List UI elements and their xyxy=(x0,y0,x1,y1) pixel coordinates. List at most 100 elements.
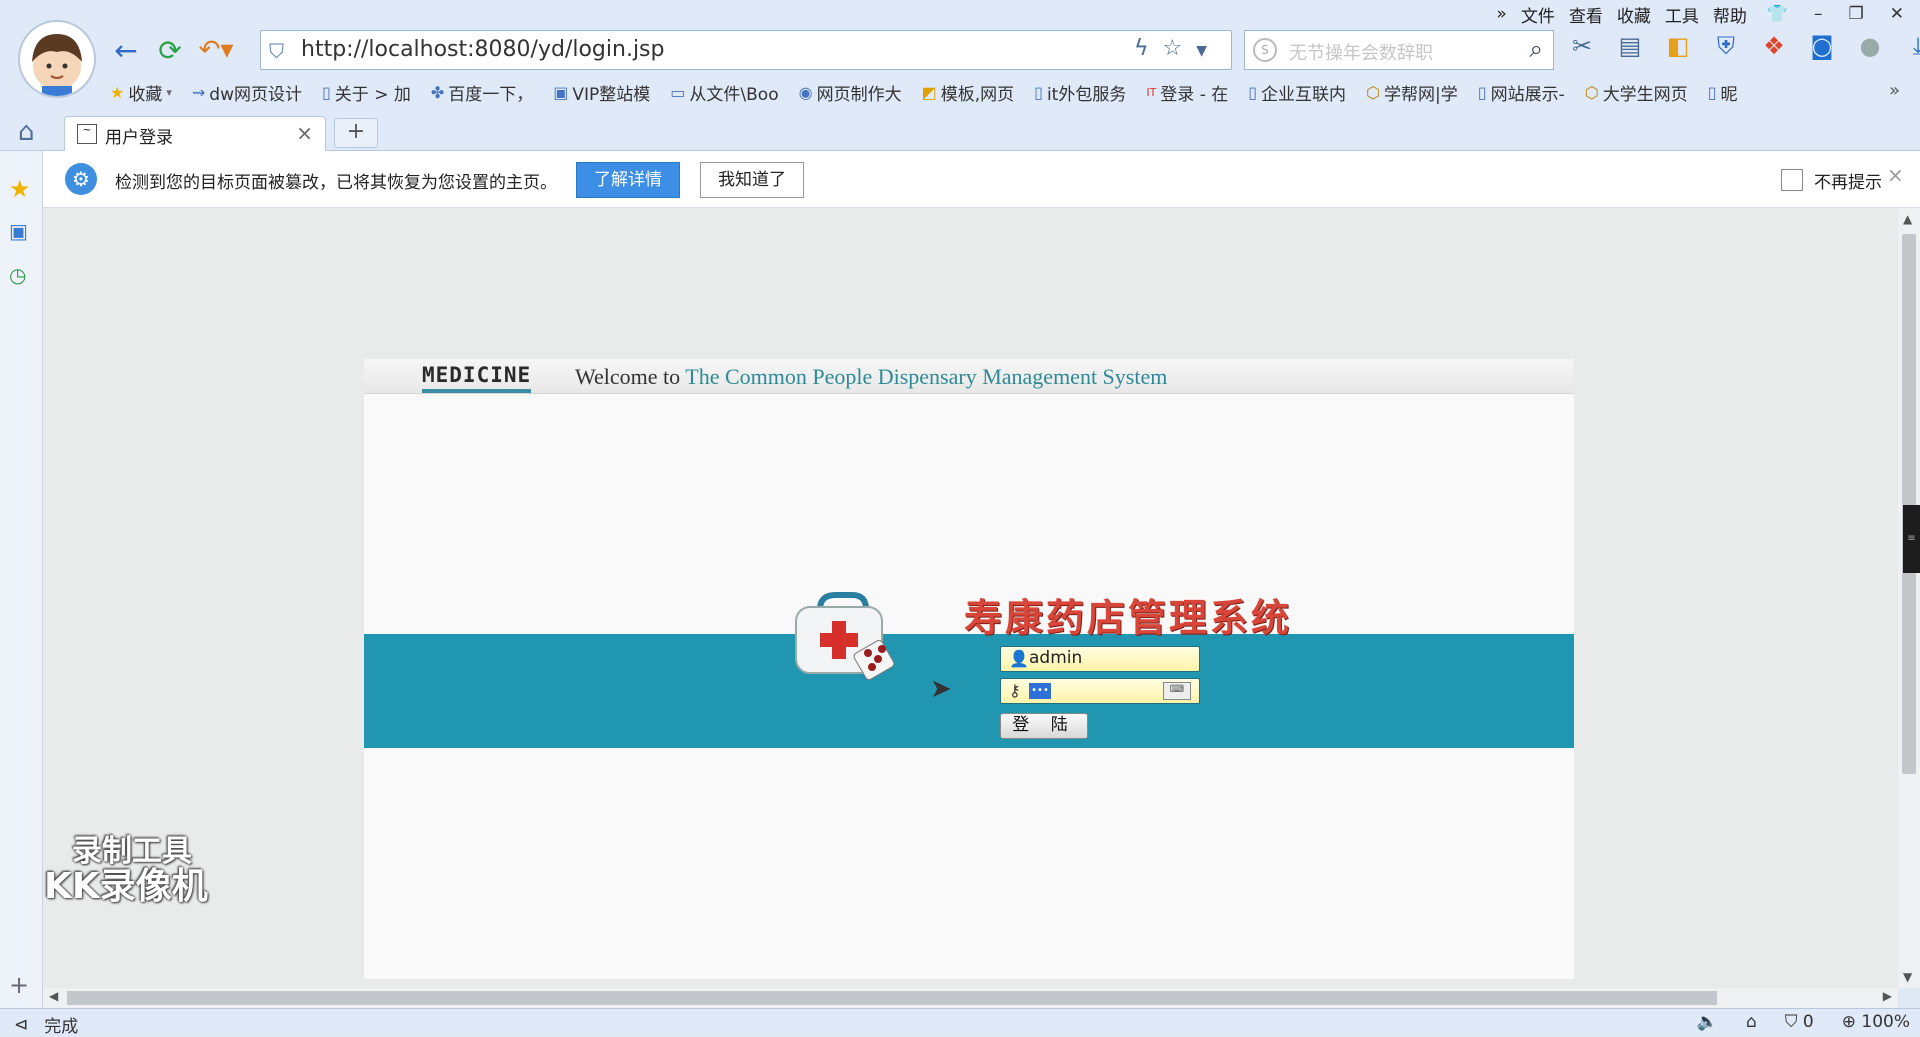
reader-icon[interactable]: ▣ xyxy=(9,219,28,243)
address-url[interactable]: http://localhost:8080/yd/login.jsp xyxy=(301,37,664,62)
scroll-right-icon[interactable]: ▶ xyxy=(1883,989,1892,1003)
bookmark-item[interactable]: ◉ 网页制作大 xyxy=(799,80,902,105)
username-field[interactable]: 👤 xyxy=(1000,646,1200,672)
scroll-left-icon[interactable]: ◀ xyxy=(49,989,58,1003)
bookmark-item[interactable]: IT 登录 - 在 xyxy=(1146,80,1228,105)
scissors-icon[interactable]: ✂ xyxy=(1568,32,1596,60)
history-clock-icon[interactable]: ◷ xyxy=(9,263,26,287)
page-favicon-icon: ~ xyxy=(77,124,97,144)
globe-icon[interactable]: ● xyxy=(1856,32,1884,60)
refresh-button[interactable]: ⟳ xyxy=(150,30,190,70)
tab-user-login[interactable]: ~ 用户登录 × xyxy=(64,116,326,151)
notification-close-icon[interactable]: × xyxy=(1887,163,1904,187)
vertical-scroll-thumb[interactable] xyxy=(1902,234,1916,774)
menu-favorites[interactable]: 收藏 xyxy=(1617,2,1651,27)
security-shield-icon: ⛉ xyxy=(269,39,284,63)
system-title: 寿康药店管理系统 xyxy=(964,596,1293,640)
address-bar[interactable]: ⛉ http://localhost:8080/yd/login.jsp ϟ☆▼ xyxy=(260,30,1232,70)
page-icon: ▯ xyxy=(1034,83,1043,102)
dont-show-label: 不再提示 xyxy=(1814,173,1882,193)
bookmark-sync-icon[interactable]: ◧ xyxy=(1664,32,1692,60)
password-field[interactable]: ⚷ ••• ⌨ xyxy=(1000,678,1200,704)
horizontal-scrollbar[interactable]: ◀ ▶ xyxy=(43,988,1898,1008)
folder-icon: ▭ xyxy=(670,83,686,102)
bookmark-item[interactable]: ▯ 关于 > 加 xyxy=(322,80,411,105)
bookmark-item[interactable]: ▯ 网站展示- xyxy=(1478,80,1565,105)
username-input[interactable] xyxy=(1029,648,1189,668)
bookmarks-bar: ★ 收藏 ▾ ⇝ dw网页设计 ▯ 关于 > 加 ✤ 百度一下， ▣ VIP整站模 ▭ 从文件… xyxy=(110,80,1738,105)
bookmark-item[interactable]: ⬡ 大学生网页 xyxy=(1585,80,1688,105)
scroll-up-icon[interactable]: ▲ xyxy=(1903,212,1912,226)
undo-close-button[interactable]: ↶▾ xyxy=(196,30,236,70)
watermark-line-1: 录制工具 xyxy=(72,834,192,869)
favorites-star-icon[interactable]: ★ xyxy=(9,175,31,203)
sound-icon[interactable]: 🔈 xyxy=(1697,1012,1718,1032)
page-header: MEDICINE Welcome to The Common People Di… xyxy=(364,359,1574,394)
zoom-control[interactable]: ⊕ 100% xyxy=(1842,1012,1910,1032)
keyboard-icon[interactable]: ⌨ xyxy=(1163,682,1191,700)
restore-button[interactable]: ❐ xyxy=(1843,4,1870,24)
horizontal-scroll-thumb[interactable] xyxy=(67,991,1717,1005)
search-box[interactable]: S 无节操年会数辞职 ⌕ xyxy=(1244,30,1554,70)
tab-close-icon[interactable]: × xyxy=(296,121,313,145)
search-icon[interactable]: ⌕ xyxy=(1530,35,1543,63)
bookmark-item[interactable]: ▣ VIP整站模 xyxy=(553,80,650,105)
page-icon: ▯ xyxy=(1707,83,1717,102)
vertical-scrollbar[interactable]: ▲ ▼ xyxy=(1898,208,1920,988)
page-icon[interactable]: ▤ xyxy=(1616,32,1644,60)
welcome-prefix: Welcome to xyxy=(575,364,681,389)
bookmark-item[interactable]: ✤ 百度一下， xyxy=(431,80,533,105)
notification-bar: ⚙ 检测到您的目标页面被篡改，已将其恢复为您设置的主页。 了解详情 我知道了 不… xyxy=(43,151,1920,208)
menu-view[interactable]: 查看 xyxy=(1569,2,1603,27)
close-window-button[interactable]: ✕ xyxy=(1884,4,1910,24)
magnifier-app-icon[interactable]: ◙ xyxy=(1808,32,1836,60)
scroll-down-icon[interactable]: ▼ xyxy=(1903,970,1912,984)
left-sidebar: ★ ▣ ◷ + xyxy=(0,151,43,1011)
bookmark-item[interactable]: ▯ it外包服务 xyxy=(1034,80,1126,105)
bookmark-item[interactable]: ▭ 从文件\Boo xyxy=(670,80,778,105)
bookmarks-more-icon[interactable]: » xyxy=(1889,80,1900,101)
menu-help[interactable]: 帮助 xyxy=(1713,2,1747,27)
gear-icon: ⚙ xyxy=(65,163,97,195)
bookmark-item[interactable]: ▯ 企业互联内 xyxy=(1248,80,1346,105)
user-avatar[interactable] xyxy=(18,20,96,98)
tab-title: 用户登录 xyxy=(105,128,173,148)
dont-show-checkbox[interactable] xyxy=(1781,169,1803,191)
ext-red-icon[interactable]: ❖ xyxy=(1760,32,1788,60)
sidebar-add-icon[interactable]: + xyxy=(9,971,29,999)
recorder-watermark: 录制工具 KK录像机 xyxy=(44,836,208,905)
download-icon[interactable]: ⤓ xyxy=(1904,32,1920,60)
shield-icon[interactable]: ⛨ xyxy=(1712,32,1740,60)
menu-expand[interactable]: » xyxy=(1496,4,1506,24)
key-icon: ⚷ xyxy=(1009,681,1021,700)
learn-more-button[interactable]: 了解详情 xyxy=(576,162,680,198)
blocked-counter[interactable]: ⛉ 0 xyxy=(1785,1012,1814,1032)
skin-icon[interactable]: 👕 xyxy=(1761,4,1794,24)
bookmark-favorites[interactable]: ★ 收藏 ▾ xyxy=(110,80,172,105)
search-engine-icon[interactable]: S xyxy=(1253,38,1277,62)
bookmark-item[interactable]: ◩ 模板,网页 xyxy=(922,80,1015,105)
menu-tools[interactable]: 工具 xyxy=(1665,2,1699,27)
star-icon: ★ xyxy=(110,83,125,102)
got-it-button[interactable]: 我知道了 xyxy=(700,162,804,198)
side-panel-handle[interactable]: ≡ xyxy=(1903,505,1920,573)
home-icon[interactable]: ⌂ xyxy=(18,117,35,147)
network-icon[interactable]: ⌂ xyxy=(1746,1012,1757,1032)
back-button[interactable]: ← xyxy=(106,30,146,70)
star-icon[interactable]: ☆ xyxy=(1162,36,1196,61)
bookmark-item[interactable]: ⬡ 学帮网|学 xyxy=(1366,80,1458,105)
bookmark-item[interactable]: ▯ 昵 xyxy=(1708,80,1738,105)
new-tab-button[interactable]: + xyxy=(334,118,378,148)
address-tools: ϟ☆▼ xyxy=(1134,36,1221,61)
link-icon: ⇝ xyxy=(191,83,206,102)
dropdown-icon[interactable]: ▼ xyxy=(1196,43,1221,59)
page-icon: ▯ xyxy=(1248,83,1258,102)
sidebar-toggle-icon[interactable]: ⊲ xyxy=(14,1015,28,1035)
bookmark-item[interactable]: ⇝ dw网页设计 xyxy=(192,80,302,105)
lightning-icon[interactable]: ϟ xyxy=(1134,36,1163,61)
search-placeholder: 无节操年会数辞职 xyxy=(1289,43,1433,64)
notification-message: 检测到您的目标页面被篡改，已将其恢复为您设置的主页。 xyxy=(115,173,557,193)
menu-file[interactable]: 文件 xyxy=(1521,2,1555,27)
login-button[interactable]: 登 陆 xyxy=(1000,713,1088,739)
minimize-button[interactable]: – xyxy=(1808,4,1829,24)
